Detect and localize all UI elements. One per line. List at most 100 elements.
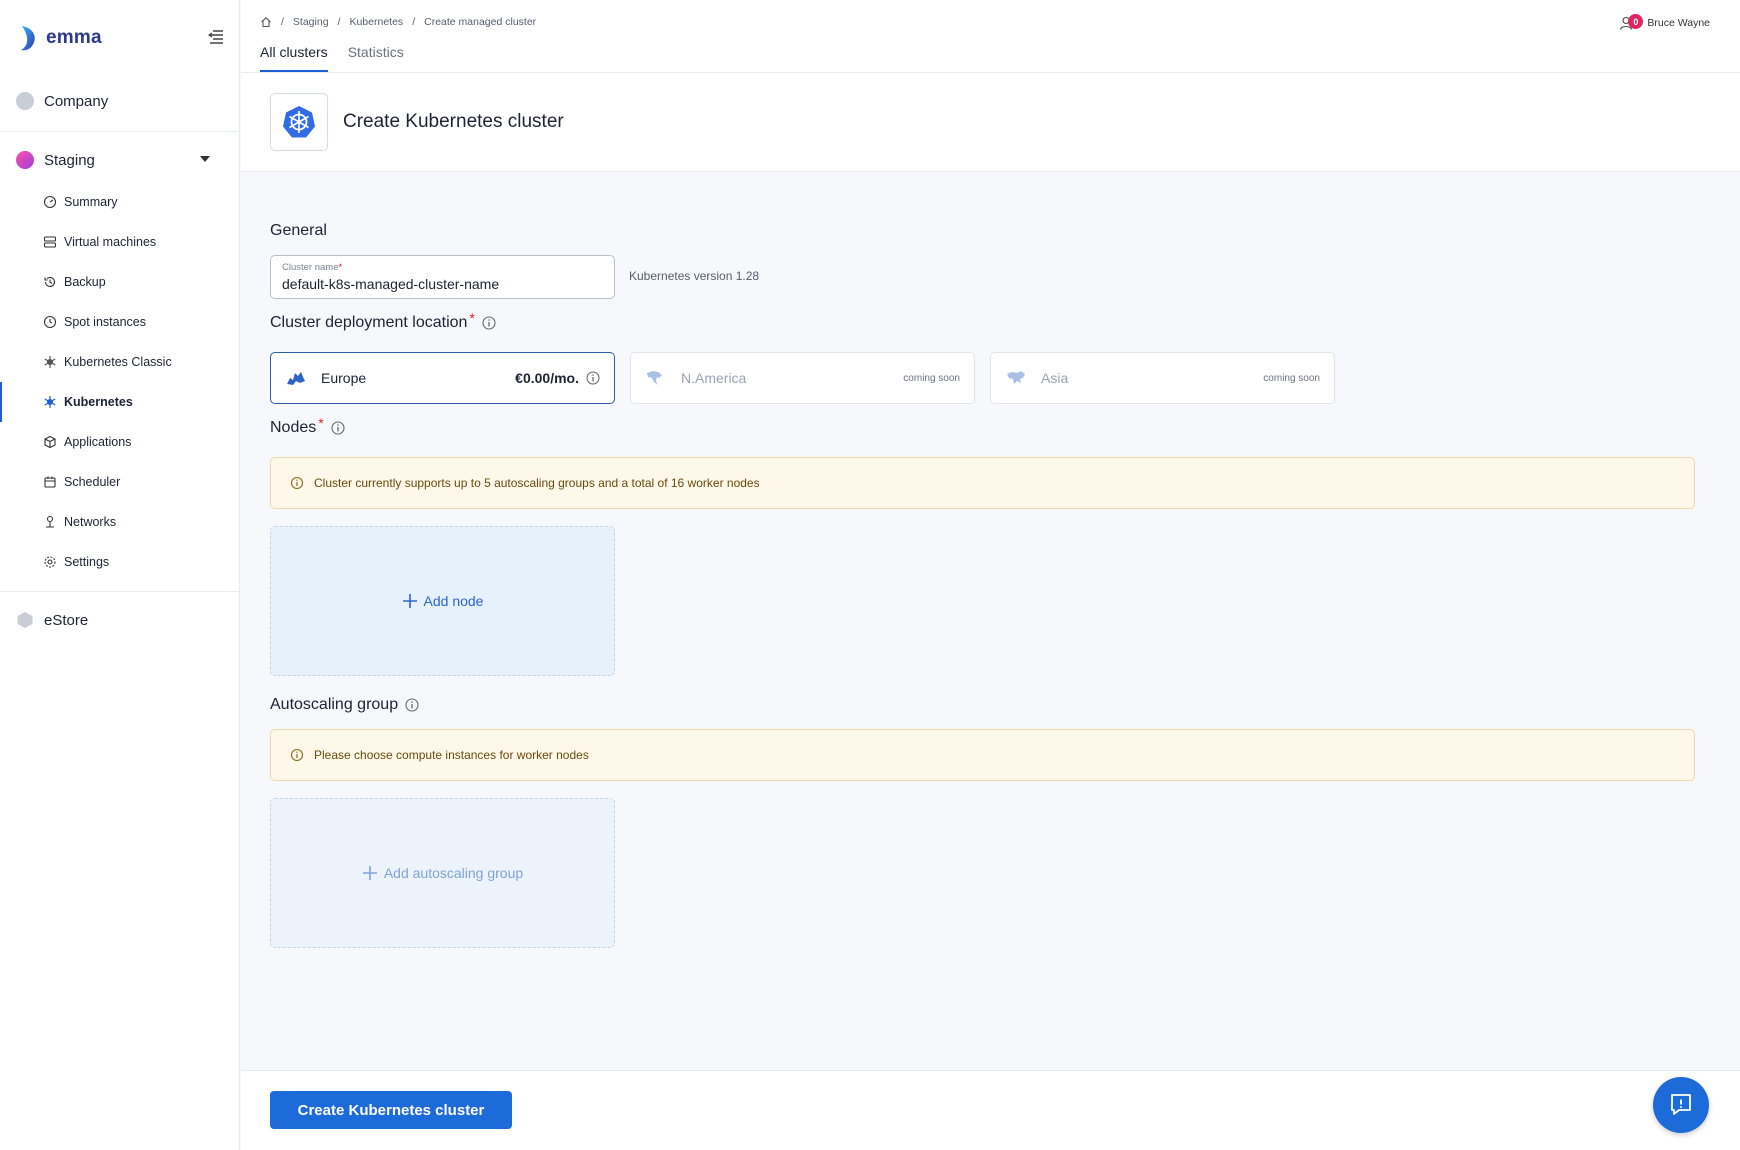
nodes-alert: Cluster currently supports up to 5 autos… <box>270 457 1695 509</box>
breadcrumb-kubernetes[interactable]: Kubernetes <box>349 16 403 28</box>
plus-icon <box>362 866 377 880</box>
alert-text: Cluster currently supports up to 5 autos… <box>314 476 760 490</box>
coming-soon-label: coming soon <box>903 372 960 384</box>
required-marker: * <box>318 415 324 431</box>
tab-statistics[interactable]: Statistics <box>348 44 404 72</box>
page-title: Create Kubernetes cluster <box>343 111 564 132</box>
chevron-down-icon[interactable] <box>200 156 210 162</box>
brand-logo[interactable]: emma <box>18 24 102 52</box>
sidebar-item-label: Spot instances <box>64 315 146 329</box>
info-icon[interactable] <box>482 316 496 330</box>
coming-soon-label: coming soon <box>1263 372 1320 384</box>
breadcrumb-current: Create managed cluster <box>424 16 537 28</box>
sidebar-item-label: Networks <box>64 515 117 529</box>
info-icon[interactable] <box>331 421 345 435</box>
home-icon[interactable] <box>260 16 272 28</box>
autoscaling-alert: Please choose compute instances for work… <box>270 729 1695 781</box>
cluster-name-label: Cluster name* <box>282 262 343 273</box>
support-chat-button[interactable] <box>1653 1077 1709 1133</box>
location-europe[interactable]: Europe €0.00/mo. <box>270 352 615 404</box>
plus-icon <box>402 594 417 608</box>
sidebar-item-settings[interactable]: Settings <box>0 542 240 582</box>
add-autoscaling-group-button[interactable]: Add autoscaling group <box>270 798 615 948</box>
location-name: Asia <box>1041 370 1069 386</box>
gauge-icon <box>43 195 57 209</box>
sidebar-item-spot-instances[interactable]: Spot instances <box>0 302 240 342</box>
location-name: Europe <box>321 370 367 386</box>
user-menu[interactable]: 0 Bruce Wayne <box>1619 14 1710 30</box>
cluster-name-input[interactable] <box>282 276 602 292</box>
tab-bar: All clusters Statistics <box>260 44 424 72</box>
autoscaling-section-title: Autoscaling group <box>270 696 419 714</box>
main-content: General Cluster name* Kubernetes version… <box>241 172 1740 1070</box>
sidebar-item-backup[interactable]: Backup <box>0 262 240 302</box>
brand-name: emma <box>46 27 102 48</box>
info-icon <box>290 748 304 762</box>
kubernetes-icon <box>283 106 315 138</box>
user-icon: 0 <box>1619 14 1644 30</box>
org-staging[interactable]: Staging <box>0 131 240 189</box>
kubernetes-version: Kubernetes version 1.28 <box>629 269 760 283</box>
sidebar: emma Company Staging Summary Virtual mac… <box>0 0 240 1150</box>
required-marker: * <box>469 310 475 326</box>
top-header: / Staging / Kubernetes / Create managed … <box>241 0 1740 73</box>
cluster-name-field[interactable]: Cluster name* <box>270 255 615 299</box>
org-estore[interactable]: eStore <box>0 591 240 649</box>
gear-icon <box>44 556 56 568</box>
collapse-sidebar-icon[interactable] <box>207 27 227 47</box>
sidebar-item-networks[interactable]: Networks <box>0 502 240 542</box>
create-cluster-button[interactable]: Create Kubernetes cluster <box>270 1091 512 1129</box>
location-asia: Asia coming soon <box>990 352 1335 404</box>
company-avatar-icon <box>16 92 34 110</box>
network-icon <box>46 515 54 528</box>
sidebar-item-label: Virtual machines <box>64 235 157 249</box>
sidebar-item-label: Settings <box>64 555 110 569</box>
asia-map-icon <box>1007 371 1025 384</box>
server-icon <box>43 236 57 248</box>
org-label: Staging <box>44 151 95 169</box>
staging-avatar-icon <box>16 151 34 169</box>
sidebar-item-virtual-machines[interactable]: Virtual machines <box>0 222 240 262</box>
sidebar-item-label: Kubernetes Classic <box>64 355 172 369</box>
location-name: N.America <box>681 370 747 386</box>
org-label: eStore <box>44 611 89 629</box>
info-icon[interactable] <box>405 698 419 712</box>
breadcrumb-staging[interactable]: Staging <box>293 16 329 28</box>
sidebar-item-kubernetes-classic[interactable]: Kubernetes Classic <box>0 342 240 382</box>
location-price: €0.00/mo. <box>515 370 579 386</box>
org-company[interactable]: Company <box>0 72 240 130</box>
kubernetes-icon <box>44 356 56 368</box>
info-icon <box>290 476 304 490</box>
location-section-title: Cluster deployment location * <box>270 310 496 332</box>
nodes-section-title: Nodes * <box>270 415 345 437</box>
estore-cube-icon <box>17 612 33 628</box>
general-section-title: General <box>270 222 327 239</box>
europe-map-icon <box>287 372 305 385</box>
add-autoscaling-group-label: Add autoscaling group <box>383 865 524 881</box>
add-node-label: Add node <box>423 593 484 609</box>
cube-icon <box>44 435 56 449</box>
sidebar-nav: Summary Virtual machines Backup Spot ins… <box>0 182 240 582</box>
sidebar-item-label: Kubernetes <box>64 395 133 409</box>
sidebar-item-kubernetes[interactable]: Kubernetes <box>0 382 240 422</box>
sidebar-item-applications[interactable]: Applications <box>0 422 240 462</box>
chat-alert-icon <box>1671 1094 1691 1115</box>
sidebar-item-label: Summary <box>64 195 118 209</box>
breadcrumb: / Staging / Kubernetes / Create managed … <box>260 16 536 28</box>
org-label: Company <box>44 92 109 110</box>
notification-badge[interactable]: 0 <box>1628 14 1644 29</box>
north-america-map-icon <box>647 371 662 385</box>
sidebar-item-summary[interactable]: Summary <box>0 182 240 222</box>
emma-logo-icon <box>21 26 35 51</box>
calendar-icon <box>44 476 56 488</box>
sidebar-item-label: Applications <box>64 435 132 449</box>
sidebar-item-label: Scheduler <box>64 475 121 489</box>
kubernetes-icon <box>44 396 56 408</box>
page-header: Create Kubernetes cluster <box>241 73 1740 172</box>
sidebar-item-label: Backup <box>64 275 106 289</box>
clock-icon <box>43 315 57 329</box>
sidebar-item-scheduler[interactable]: Scheduler <box>0 462 240 502</box>
add-node-button[interactable]: Add node <box>270 526 615 676</box>
info-icon[interactable] <box>586 371 600 385</box>
tab-all-clusters[interactable]: All clusters <box>260 44 328 72</box>
